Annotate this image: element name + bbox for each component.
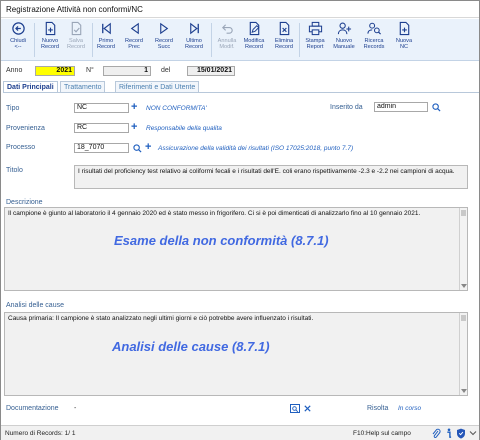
next-record-icon	[159, 22, 168, 35]
undo-icon	[221, 24, 233, 34]
documentazione-label: Documentazione	[6, 405, 59, 412]
first-record-icon	[101, 22, 111, 35]
record-prec-label: Record Prec	[124, 38, 144, 51]
clear-icon[interactable]	[304, 405, 311, 412]
annulla-modif-button[interactable]: Annulla Modif.	[212, 21, 242, 61]
paperclip-icon[interactable]	[431, 428, 441, 439]
elimina-record-button[interactable]: Elimina Record	[269, 21, 299, 61]
new-nc-icon	[399, 21, 409, 36]
ultimo-record-label: Ultimo Record	[184, 38, 204, 51]
tab-trattamento[interactable]: Trattamento	[60, 81, 106, 92]
add-user-icon	[337, 22, 351, 35]
nuova-nc-button[interactable]: Nuova NC	[389, 21, 419, 61]
salva-record-label: Salva Record	[66, 38, 86, 51]
primo-record-button[interactable]: Primo Record	[91, 21, 121, 61]
help-hint: F10:Help sul campo	[353, 430, 411, 437]
risolta-label: Risolta	[367, 405, 389, 412]
numero-label: N°	[86, 67, 94, 74]
anno-label: Anno	[6, 67, 23, 74]
anno-field[interactable]: 2021	[35, 66, 75, 76]
menu-chevron-icon[interactable]	[469, 429, 477, 437]
chiudi-button[interactable]: Chiudi <--	[3, 21, 33, 61]
primo-record-label: Primo Record	[96, 38, 116, 51]
provenienza-label: Provenienza	[6, 125, 45, 132]
elimina-record-label: Elimina Record	[274, 38, 294, 51]
save-document-icon	[71, 21, 81, 36]
tipo-link[interactable]: NON CONFORMITA'	[146, 105, 207, 112]
ricerca-records-button[interactable]: Ricerca Records	[359, 21, 389, 61]
stampa-report-label: Stampa Report	[305, 38, 325, 51]
title-bar: Registrazione Attività non conformi/NC	[1, 1, 479, 18]
analisi-overlay-text: Analisi delle cause (8.7.1)	[112, 339, 270, 354]
chiudi-label: Chiudi <--	[10, 38, 26, 51]
annulla-modif-label: Annulla Modif.	[217, 38, 237, 51]
nuovo-manuale-label: Nuovo Manuale	[333, 38, 355, 51]
nuovo-manuale-button[interactable]: Nuovo Manuale	[329, 21, 359, 61]
inserito-label: Inserito da	[330, 104, 363, 111]
tab-divider	[3, 92, 479, 93]
delete-document-icon	[279, 21, 289, 36]
edit-document-icon	[249, 21, 259, 36]
stampa-report-button[interactable]: Stampa Report	[300, 21, 330, 61]
processo-label: Processo	[6, 144, 36, 151]
processo-search-icon[interactable]	[133, 144, 142, 153]
new-document-icon	[45, 21, 55, 36]
titolo-label: Titolo	[6, 167, 23, 174]
record-succ-label: Record Succ	[154, 38, 174, 51]
inserito-field[interactable]: admin	[374, 102, 428, 112]
records-count: Numero di Records: 1/ 1	[5, 430, 76, 437]
modifica-record-label: Modifica Record	[243, 38, 265, 51]
ultimo-record-button[interactable]: Ultimo Record	[179, 21, 209, 61]
tipo-plus-icon[interactable]: +	[131, 102, 137, 113]
nuova-nc-label: Nuova NC	[395, 38, 413, 51]
record-succ-button[interactable]: Record Succ	[149, 21, 179, 61]
date-field[interactable]: 15/01/2021	[187, 66, 235, 76]
tab-riferimenti[interactable]: Riferimenti e Dati Utente	[115, 81, 200, 92]
provenienza-link[interactable]: Responsabile della qualita	[146, 125, 222, 132]
search-users-icon	[366, 22, 381, 35]
status-bar: Numero di Records: 1/ 1 F10:Help sul cam…	[1, 425, 479, 440]
salva-record-button[interactable]: Salva Record	[61, 21, 91, 61]
tipo-label: Tipo	[6, 105, 20, 112]
analisi-text: Causa primaria: Il campione è stato anal…	[8, 315, 314, 322]
risolta-value[interactable]: In corso	[398, 405, 421, 412]
printer-icon	[308, 21, 322, 36]
shield-icon[interactable]	[456, 428, 466, 439]
toolbar: Chiudi <-- Nuovo Record Salva Record Pri…	[1, 19, 479, 61]
provenienza-plus-icon[interactable]: +	[131, 122, 137, 133]
close-back-icon	[11, 22, 25, 35]
ricerca-records-label: Ricerca Records	[363, 38, 385, 51]
analisi-scrollbar[interactable]	[459, 313, 467, 395]
tab-strip: Dati Principali Trattamento Riferimenti …	[3, 81, 479, 93]
tipo-field[interactable]: NC	[74, 103, 129, 113]
titolo-field[interactable]: I risultati del proficiency test relativ…	[74, 165, 468, 189]
analisi-field[interactable]: Causa primaria: Il campione è stato anal…	[4, 312, 468, 396]
descrizione-field[interactable]: Il campione è giunto al laboratorio il 4…	[4, 207, 468, 291]
attach-icon[interactable]	[290, 404, 300, 413]
analisi-label: Analisi delle cause	[6, 302, 64, 309]
app-window: Registrazione Attività non conformi/NC C…	[0, 0, 480, 440]
window-title: Registrazione Attività non conformi/NC	[6, 5, 143, 14]
numero-field[interactable]: 1	[103, 66, 151, 76]
info-icon[interactable]	[445, 428, 453, 439]
record-prec-button[interactable]: Record Prec	[119, 21, 149, 61]
descrizione-text: Il campione è giunto al laboratorio il 4…	[8, 210, 421, 217]
inserito-search-icon[interactable]	[432, 103, 441, 112]
modifica-record-button[interactable]: Modifica Record	[239, 21, 269, 61]
last-record-icon	[189, 22, 199, 35]
processo-plus-icon[interactable]: +	[145, 142, 151, 153]
documentazione-value: -	[74, 405, 77, 412]
provenienza-field[interactable]: RC	[74, 123, 129, 133]
descrizione-label: Descrizione	[6, 199, 43, 206]
descrizione-scrollbar[interactable]	[459, 208, 467, 290]
descrizione-overlay-text: Esame della non conformità (8.7.1)	[114, 233, 329, 248]
processo-field[interactable]: 18_7070	[74, 143, 129, 153]
del-label: del	[161, 67, 171, 74]
previous-record-icon	[130, 22, 139, 35]
processo-link[interactable]: Assicurazione della validità dei risulta…	[158, 145, 353, 152]
